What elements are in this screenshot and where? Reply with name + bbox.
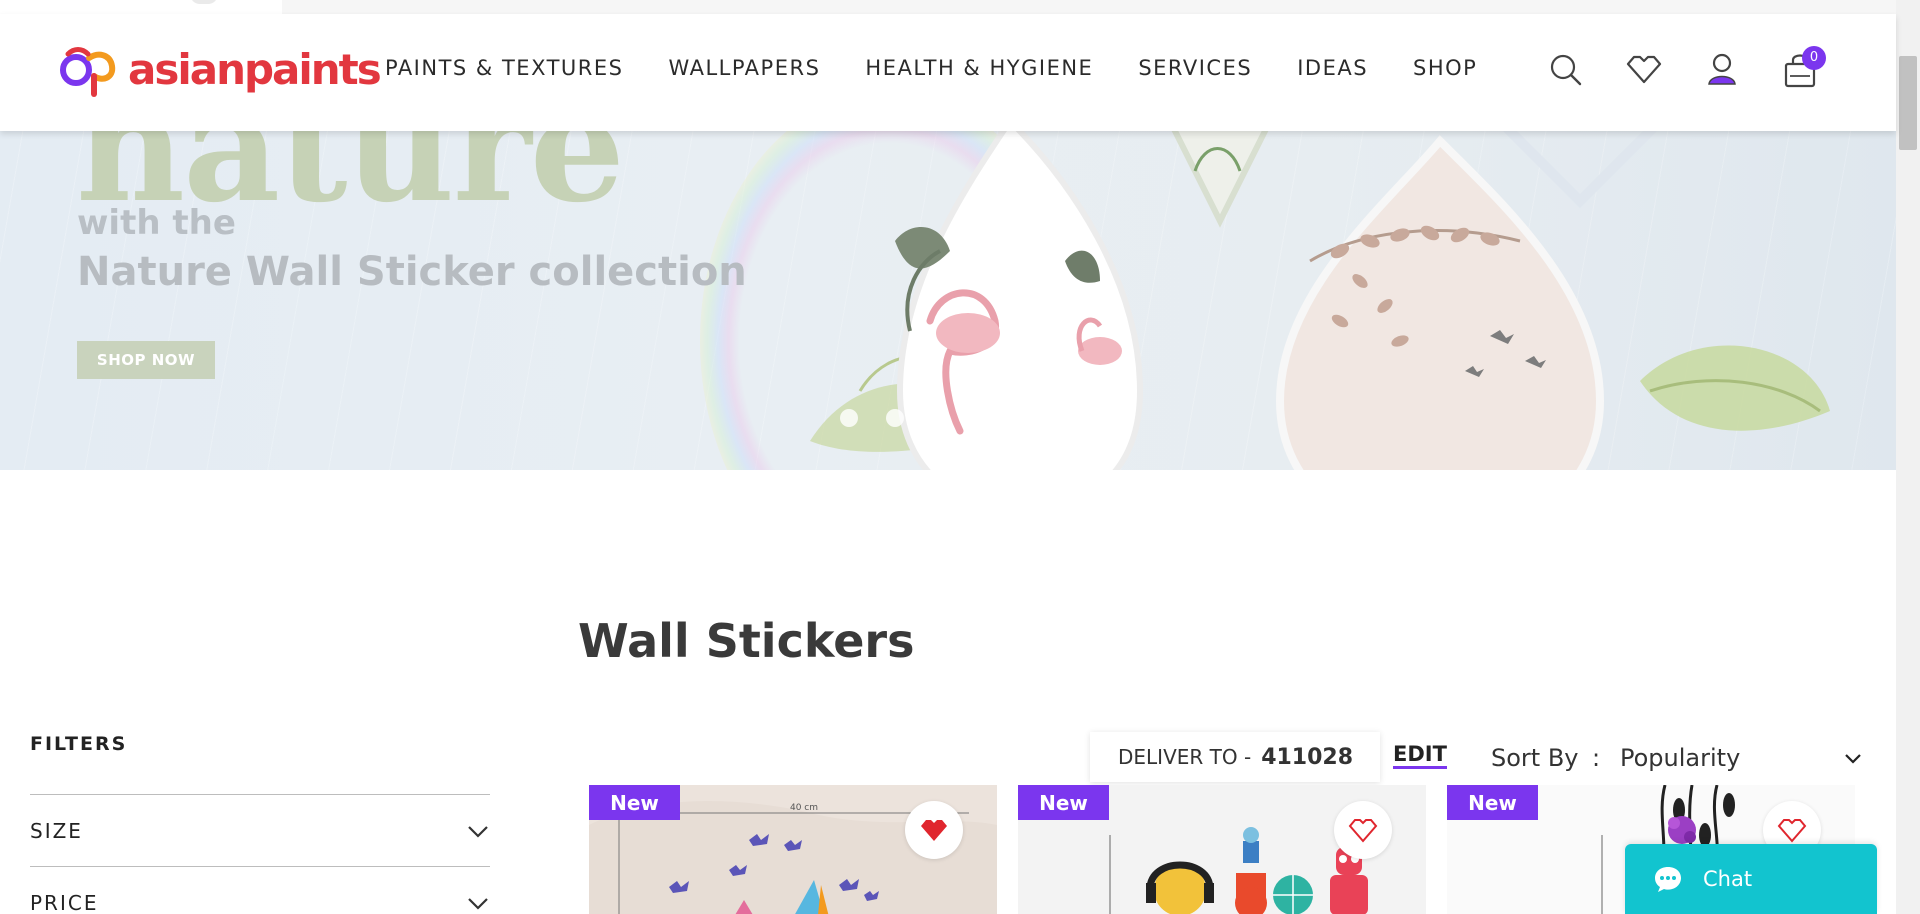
search-icon[interactable] bbox=[1546, 50, 1586, 90]
banner-dot-1[interactable] bbox=[840, 409, 858, 427]
main-nav: PAINTS & TEXTURES WALLPAPERS HEALTH & HY… bbox=[385, 56, 1477, 80]
page-title: Wall Stickers bbox=[578, 614, 915, 668]
filter-size-label: SIZE bbox=[30, 818, 83, 843]
top-strip-handle bbox=[190, 0, 218, 4]
nav-health-hygiene[interactable]: HEALTH & HYGIENE bbox=[865, 56, 1093, 80]
filter-price-label: PRICE bbox=[30, 890, 99, 914]
scrollbar-thumb[interactable] bbox=[1899, 56, 1917, 150]
deliver-to-label: DELIVER TO - bbox=[1118, 745, 1252, 769]
new-badge: New bbox=[1447, 785, 1538, 820]
banner-illustration bbox=[810, 131, 1830, 470]
account-icon[interactable] bbox=[1702, 50, 1742, 90]
shop-now-button[interactable]: SHOP NOW bbox=[77, 341, 215, 379]
deliver-pincode: 411028 bbox=[1261, 744, 1354, 770]
banner-pagination bbox=[840, 409, 904, 427]
wishlist-heart-button[interactable] bbox=[905, 801, 963, 859]
top-strip-bar bbox=[282, 0, 1896, 14]
filter-price[interactable]: PRICE bbox=[30, 866, 490, 914]
chat-button[interactable]: Chat bbox=[1625, 844, 1877, 914]
product-dimension-label: 40 cm bbox=[790, 803, 818, 813]
heart-filled-icon bbox=[921, 820, 947, 841]
chat-label: Chat bbox=[1703, 867, 1753, 891]
chat-bubble-icon bbox=[1655, 867, 1681, 892]
chevron-down-icon bbox=[468, 897, 488, 910]
filters-heading: FILTERS bbox=[30, 733, 128, 755]
banner-dot-2[interactable] bbox=[886, 409, 904, 427]
wishlist-icon[interactable] bbox=[1624, 50, 1664, 90]
deliver-to-box: DELIVER TO - 411028 bbox=[1090, 732, 1380, 782]
nav-services[interactable]: SERVICES bbox=[1138, 56, 1252, 80]
new-badge: New bbox=[589, 785, 680, 820]
logo-mark-icon bbox=[58, 42, 126, 98]
logo-text: asianpaints bbox=[128, 45, 382, 94]
sort-by-label: Sort By bbox=[1491, 744, 1579, 772]
nav-ideas[interactable]: IDEAS bbox=[1297, 56, 1368, 80]
hero-banner[interactable]: nature with the Nature Wall Sticker coll… bbox=[0, 131, 1896, 470]
nav-wallpapers[interactable]: WALLPAPERS bbox=[668, 56, 820, 80]
product-card-2[interactable]: New bbox=[1018, 785, 1426, 914]
sort-value: Popularity bbox=[1620, 744, 1741, 772]
heart-outline-icon bbox=[1348, 819, 1378, 843]
sort-select[interactable]: Popularity bbox=[1620, 738, 1862, 778]
edit-pincode-link[interactable]: EDIT bbox=[1393, 742, 1447, 770]
filter-size[interactable]: SIZE bbox=[30, 794, 490, 866]
nav-shop[interactable]: SHOP bbox=[1413, 56, 1477, 80]
nav-paints-textures[interactable]: PAINTS & TEXTURES bbox=[385, 56, 623, 80]
cart-icon[interactable]: 0 bbox=[1780, 46, 1826, 90]
new-badge: New bbox=[1018, 785, 1109, 820]
banner-line1: with the bbox=[77, 203, 236, 243]
banner-line2: Nature Wall Sticker collection bbox=[77, 249, 747, 295]
site-header: asianpaints PAINTS & TEXTURES WALLPAPERS… bbox=[0, 14, 1896, 131]
sort-colon: : bbox=[1592, 744, 1601, 772]
heart-outline-icon bbox=[1777, 819, 1807, 843]
wishlist-heart-button[interactable] bbox=[1334, 801, 1392, 859]
chevron-down-icon bbox=[468, 825, 488, 838]
brand-logo[interactable]: asianpaints bbox=[58, 42, 382, 98]
chevron-down-icon bbox=[1845, 754, 1861, 764]
cart-count-badge: 0 bbox=[1802, 46, 1826, 70]
header-icons: 0 bbox=[1546, 46, 1826, 90]
top-strip bbox=[0, 0, 1920, 14]
product-card-1[interactable]: 40 cm New bbox=[589, 785, 997, 914]
